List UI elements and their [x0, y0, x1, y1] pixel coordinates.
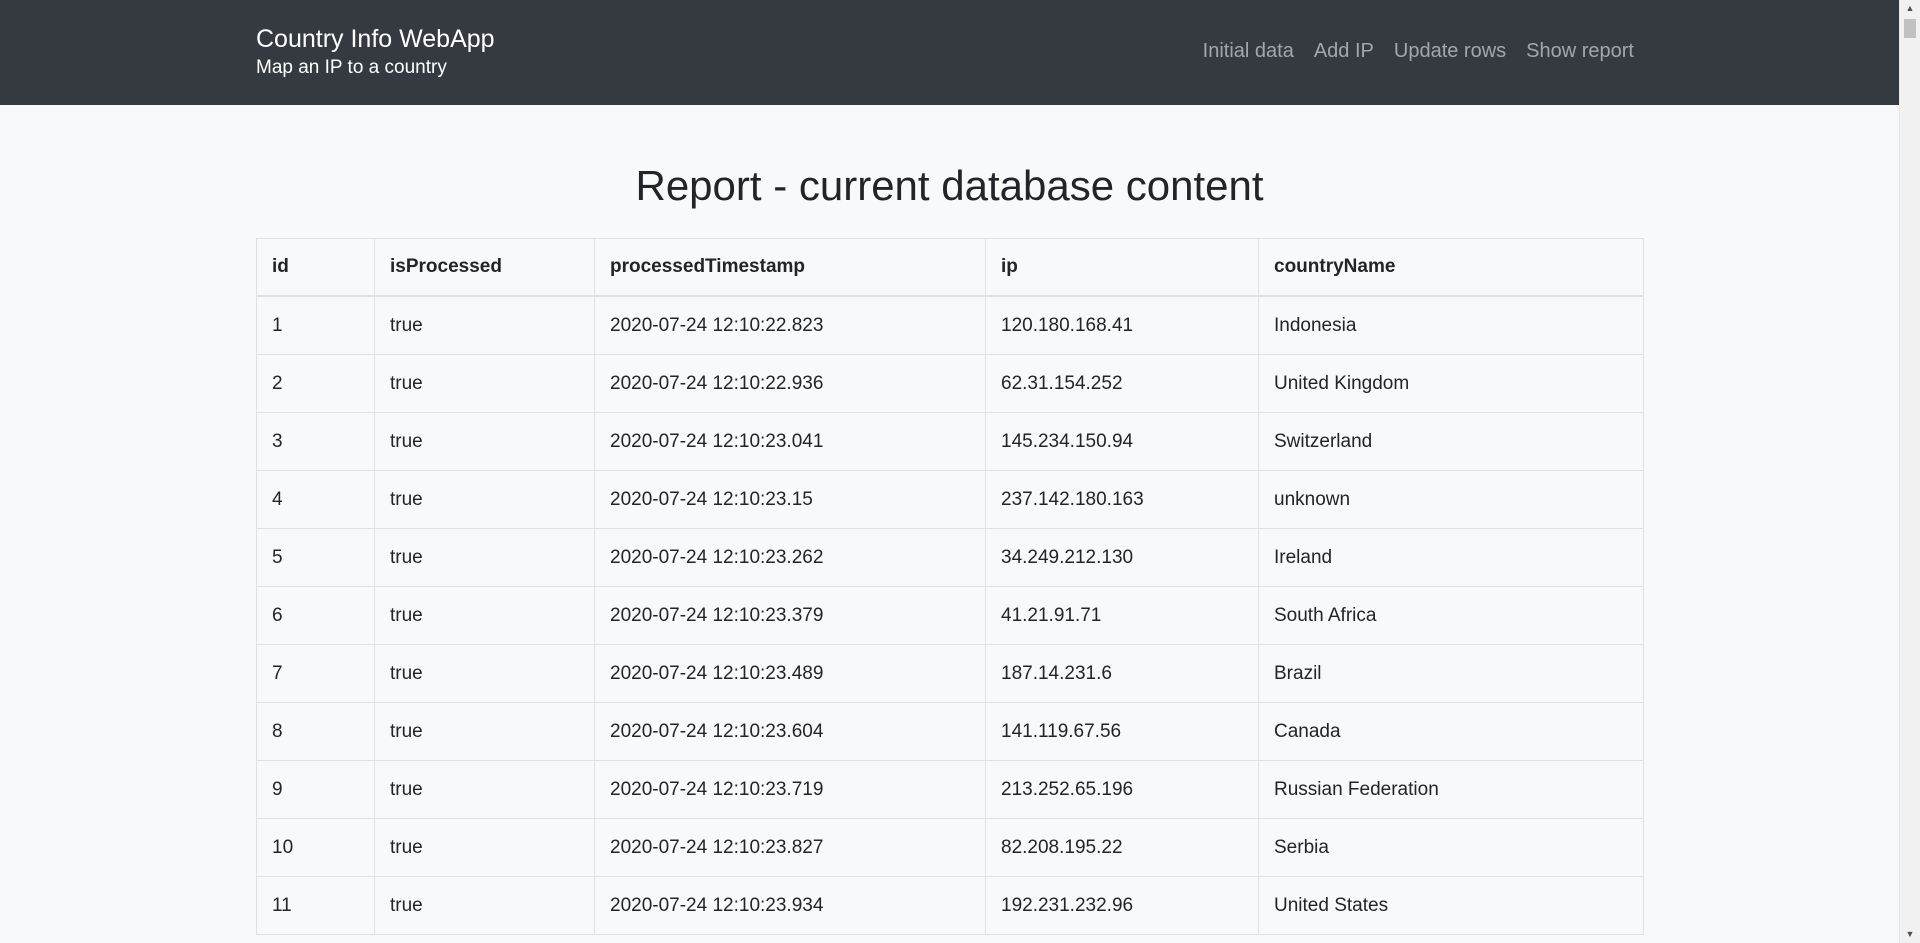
cell-ip: 145.234.150.94 [985, 412, 1259, 471]
cell-ip: 41.21.91.71 [985, 586, 1259, 645]
cell-country-name: South Africa [1258, 586, 1644, 645]
scroll-up-arrow-icon[interactable]: ▲ [1900, 0, 1920, 17]
cell-processed-timestamp: 2020-07-24 12:10:23.604 [594, 702, 986, 761]
cell-ip: 82.208.195.22 [985, 818, 1259, 877]
cell-ip: 34.249.212.130 [985, 528, 1259, 587]
cell-id: 7 [256, 644, 375, 703]
page: Country Info WebApp Map an IP to a count… [0, 0, 1920, 943]
cell-is-processed: true [374, 412, 595, 471]
main-content: Report - current database content id isP… [0, 105, 1899, 943]
nav-link-show-report[interactable]: Show report [1526, 40, 1634, 63]
column-header-is-processed: isProcessed [374, 238, 595, 297]
cell-is-processed: true [374, 470, 595, 529]
cell-id: 9 [256, 760, 375, 819]
cell-id: 5 [256, 528, 375, 587]
cell-is-processed: true [374, 818, 595, 877]
cell-country-name: Brazil [1258, 644, 1644, 703]
cell-processed-timestamp: 2020-07-24 12:10:23.934 [594, 876, 986, 935]
column-header-processed-timestamp: processedTimestamp [594, 238, 986, 297]
cell-country-name: Canada [1258, 702, 1644, 761]
cell-country-name: unknown [1258, 470, 1644, 529]
cell-country-name: Indonesia [1258, 295, 1644, 355]
table-row: 11 true 2020-07-24 12:10:23.934 192.231.232… [256, 876, 1644, 935]
cell-id: 11 [256, 876, 375, 935]
table-header-row: id isProcessed processedTimestamp ip cou… [256, 238, 1644, 297]
cell-processed-timestamp: 2020-07-24 12:10:23.489 [594, 644, 986, 703]
brand[interactable]: Country Info WebApp Map an IP to a count… [256, 22, 495, 80]
cell-country-name: Ireland [1258, 528, 1644, 587]
cell-processed-timestamp: 2020-07-24 12:10:23.719 [594, 760, 986, 819]
cell-processed-timestamp: 2020-07-24 12:10:23.262 [594, 528, 986, 587]
cell-ip: 213.252.65.196 [985, 760, 1259, 819]
table-row: 5 true 2020-07-24 12:10:23.262 34.249.212.1… [256, 528, 1644, 587]
cell-processed-timestamp: 2020-07-24 12:10:23.041 [594, 412, 986, 471]
cell-country-name: United Kingdom [1258, 354, 1644, 413]
table-row: 9 true 2020-07-24 12:10:23.719 213.252.65.1… [256, 760, 1644, 819]
cell-id: 6 [256, 586, 375, 645]
nav-link-update-rows[interactable]: Update rows [1394, 40, 1506, 63]
cell-country-name: Russian Federation [1258, 760, 1644, 819]
cell-is-processed: true [374, 644, 595, 703]
cell-ip: 237.142.180.163 [985, 470, 1259, 529]
cell-processed-timestamp: 2020-07-24 12:10:23.15 [594, 470, 986, 529]
cell-is-processed: true [374, 702, 595, 761]
table-row: 8 true 2020-07-24 12:10:23.604 141.119.67.5… [256, 702, 1644, 761]
cell-id: 2 [256, 354, 375, 413]
brand-subtitle: Map an IP to a country [256, 57, 447, 78]
cell-ip: 62.31.154.252 [985, 354, 1259, 413]
cell-is-processed: true [374, 586, 595, 645]
nav-link-initial-data[interactable]: Initial data [1203, 40, 1294, 63]
cell-is-processed: true [374, 528, 595, 587]
brand-title: Country Info WebApp [256, 25, 495, 53]
table-row: 2 true 2020-07-24 12:10:22.936 62.31.154.25… [256, 354, 1644, 413]
nav-link-add-ip[interactable]: Add IP [1314, 40, 1374, 63]
cell-ip: 120.180.168.41 [985, 295, 1259, 355]
cell-country-name: Serbia [1258, 818, 1644, 877]
table-row: 7 true 2020-07-24 12:10:23.489 187.14.231.6… [256, 644, 1644, 703]
column-header-country-name: countryName [1258, 238, 1644, 297]
table-body: 1 true 2020-07-24 12:10:22.823 120.180.168.… [256, 295, 1644, 935]
cell-ip: 192.231.232.96 [985, 876, 1259, 935]
table-row: 10 true 2020-07-24 12:10:23.827 82.208.195.… [256, 818, 1644, 877]
table-row: 6 true 2020-07-24 12:10:23.379 41.21.91.71 S… [256, 586, 1644, 645]
cell-country-name: Switzerland [1258, 412, 1644, 471]
cell-ip: 187.14.231.6 [985, 644, 1259, 703]
vertical-scrollbar[interactable]: ▲ ▼ [1899, 0, 1920, 943]
column-header-id: id [256, 238, 375, 297]
cell-country-name: United States [1258, 876, 1644, 935]
cell-id: 4 [256, 470, 375, 529]
cell-id: 3 [256, 412, 375, 471]
cell-is-processed: true [374, 354, 595, 413]
table-row: 1 true 2020-07-24 12:10:22.823 120.180.168.… [256, 295, 1644, 355]
page-title: Report - current database content [635, 162, 1264, 209]
navbar: Country Info WebApp Map an IP to a count… [0, 0, 1899, 105]
scroll-thumb[interactable] [1904, 19, 1916, 38]
nav-links: Initial data Add IP Update rows Show rep… [1203, 40, 1634, 63]
cell-id: 8 [256, 702, 375, 761]
cell-processed-timestamp: 2020-07-24 12:10:23.827 [594, 818, 986, 877]
scroll-down-arrow-icon[interactable]: ▼ [1900, 926, 1920, 943]
report-table: id isProcessed processedTimestamp ip cou… [256, 238, 1644, 935]
cell-processed-timestamp: 2020-07-24 12:10:22.936 [594, 354, 986, 413]
table-row: 3 true 2020-07-24 12:10:23.041 145.234.150.… [256, 412, 1644, 471]
table-row: 4 true 2020-07-24 12:10:23.15 237.142.180.1… [256, 470, 1644, 529]
cell-ip: 141.119.67.56 [985, 702, 1259, 761]
cell-is-processed: true [374, 876, 595, 935]
cell-id: 10 [256, 818, 375, 877]
cell-processed-timestamp: 2020-07-24 12:10:22.823 [594, 295, 986, 355]
cell-is-processed: true [374, 295, 595, 355]
cell-id: 1 [256, 295, 375, 355]
cell-processed-timestamp: 2020-07-24 12:10:23.379 [594, 586, 986, 645]
column-header-ip: ip [985, 238, 1259, 297]
cell-is-processed: true [374, 760, 595, 819]
